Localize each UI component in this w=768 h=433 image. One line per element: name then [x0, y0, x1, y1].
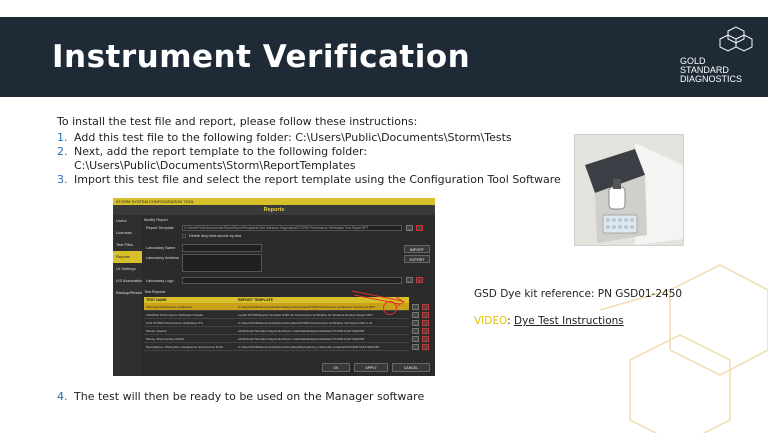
sidebar-item-backup-restore[interactable]: Backup/Restore [113, 287, 144, 299]
row-report-template: s/Files\Gold Standard Diagnostics\Storm … [238, 329, 365, 333]
dye-kit-photo [574, 134, 684, 246]
video-separator: : [507, 315, 511, 327]
config-tool-screenshot: STORM SYSTEM CONFIGURATION TOOL Reports … [113, 198, 435, 376]
row-report-template: C:\Users\Public\Documents\ReportTemplate… [238, 345, 380, 349]
dye-test-instructions-link[interactable]: Dye Test Instructions [514, 315, 624, 327]
row-browse-button[interactable]: ... [412, 344, 419, 350]
table-row[interactable]: Mouse, Reactor s/Files\Gold Standard Dia… [144, 327, 409, 335]
table-row[interactable]: GTS STORM Performance Verification ITS C… [144, 319, 409, 327]
row-clear-button[interactable]: × [422, 320, 429, 326]
highlight-circle [383, 301, 397, 315]
row-test-name: Mouse, Microcephaly ACIDA [146, 337, 185, 341]
sidebar-item-users[interactable]: Users [113, 215, 142, 227]
step-1: 1. Add this test file to the following fo… [57, 131, 577, 145]
sidebar-item-licenses[interactable]: Licenses [113, 227, 142, 239]
report-template-label: Report Template [146, 226, 174, 230]
app-heading: Reports [263, 207, 285, 213]
import-button[interactable]: IMPORT [404, 245, 430, 253]
decorative-hexagon-lines-icon [600, 264, 768, 433]
table-row[interactable]: Mouse, Microcephaly ACIDA s/Files\Gold S… [144, 335, 409, 343]
row-browse-button[interactable]: ... [412, 320, 419, 326]
clear-template-button[interactable]: × [416, 225, 423, 231]
app-content: Modify Report Report Template C:\Users\P… [142, 215, 435, 376]
logo-mark-icon [719, 26, 753, 52]
step-text: Import this test file and select the rep… [74, 173, 561, 186]
row-test-name: GTS STORM Performance Verification ITS [146, 321, 203, 325]
lab-address-input[interactable] [182, 254, 262, 272]
step-text: Next, add the report template to the fol… [74, 145, 368, 172]
lab-name-input[interactable] [182, 244, 262, 252]
lab-logo-label: Laboratory Logo [146, 279, 174, 283]
test-reports-label: Test Reports [144, 290, 166, 294]
delete-drop-checkbox[interactable] [182, 234, 186, 238]
table-row[interactable]: Mycoplasma, Chlamydia, Ureaplasma, Gonoc… [144, 343, 409, 351]
sidebar-item-ui-settings[interactable]: UI Settings [113, 263, 142, 275]
row-clear-button[interactable]: × [422, 312, 429, 318]
apply-button[interactable]: APPLY [354, 363, 388, 372]
video-tag: VIDEO [474, 315, 508, 327]
step-2: 2. Next, add the report template to the f… [57, 145, 577, 173]
clear-logo-button[interactable]: × [416, 277, 423, 283]
report-template-field[interactable]: C:\Users\Public\Documents\Storm\ReportTe… [182, 225, 402, 231]
app-sidebar: Users Licenses Test Files Reports UI Set… [113, 215, 145, 376]
table-row[interactable]: GSD2021 Performance Verification Reader … [144, 311, 409, 319]
sidebar-item-reports[interactable]: Reports [113, 251, 142, 263]
ok-button[interactable]: OK [322, 363, 350, 372]
row-browse-button[interactable]: ... [412, 304, 419, 310]
row-report-template: C:\Users\Public\Documents\ReportTemplate… [238, 321, 373, 325]
logo-line-3: DIAGNOSTICS [680, 74, 743, 84]
instruction-steps: 1. Add this test file to the following fo… [57, 131, 577, 187]
app-window-title: STORM SYSTEM CONFIGURATION TOOL [113, 198, 435, 205]
gold-standard-diagnostics-logo: GOLD STANDARD DIAGNOSTICS [680, 25, 760, 89]
instrument-image-icon [575, 135, 683, 245]
lab-name-label: Laboratory Name [146, 246, 176, 250]
step-4: 4. The test will then be ready to be use… [57, 390, 424, 403]
row-test-name: Mycoplasma, Chlamydia, Ureaplasma, Gonoc… [146, 345, 223, 349]
video-reference: VIDEO: Dye Test Instructions [474, 315, 624, 327]
row-test-name: GSD2021 Performance Verification Reader [146, 313, 204, 317]
modify-report-label: Modify Report [144, 218, 168, 222]
row-clear-button[interactable]: × [422, 328, 429, 334]
page-title: Instrument Verification [52, 39, 471, 75]
row-clear-button[interactable]: × [422, 344, 429, 350]
dye-kit-reference: GSD Dye kit reference: PN GSD01-2450 [474, 288, 683, 300]
sidebar-item-test-files[interactable]: Test Files [113, 239, 142, 251]
row-clear-button[interactable]: × [422, 304, 429, 310]
step-text: The test will then be ready to be used o… [74, 390, 425, 403]
lab-logo-field[interactable] [182, 277, 402, 284]
instructions-intro: To install the test file and report, ple… [57, 115, 418, 128]
step-number: 3. [57, 173, 68, 186]
row-browse-button[interactable]: ... [412, 336, 419, 342]
export-button[interactable]: EXPORT [404, 255, 430, 263]
lab-address-label: Laboratory Address [146, 256, 179, 260]
row-report-template: s/Files\Gold Standard Diagnostics\Storm … [238, 337, 365, 341]
red-arrow-icon [351, 290, 405, 307]
cancel-button[interactable]: CANCEL [392, 363, 430, 372]
row-clear-button[interactable]: × [422, 336, 429, 342]
row-browse-button[interactable]: ... [412, 328, 419, 334]
row-report-template: Level2 STORM Report Template STR1.11 Per… [238, 313, 373, 317]
step-number: 2. [57, 145, 68, 158]
browse-logo-button[interactable]: ... [406, 277, 413, 283]
step-text: Add this test file to the following fold… [74, 131, 512, 144]
row-test-name: Mouse, Reactor [146, 329, 168, 333]
header-band: Instrument Verification GOLD STANDARD DI… [0, 17, 768, 97]
step-number: 1. [57, 131, 68, 144]
browse-template-button[interactable]: ... [406, 225, 413, 231]
delete-drop-label: Delete drop test reports by test [189, 234, 241, 238]
row-browse-button[interactable]: ... [412, 312, 419, 318]
step-number: 4. [57, 390, 68, 403]
step-3: 3. Import this test file and select the r… [57, 173, 577, 187]
sidebar-item-lis-associations[interactable]: LIS Associations [113, 275, 145, 287]
row-test-name: GSD Dye Performance Verification [146, 305, 193, 309]
